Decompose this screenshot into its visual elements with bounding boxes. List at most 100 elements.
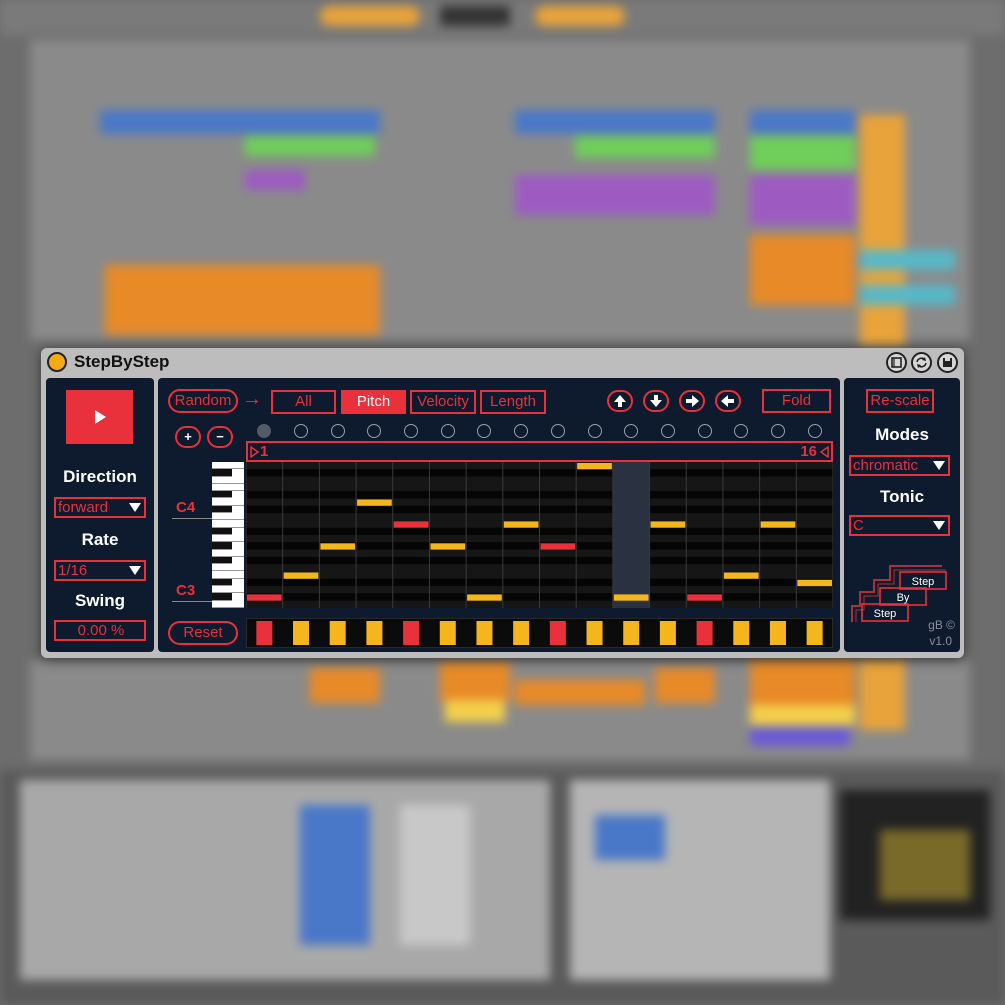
swing-label: Swing: [74, 591, 126, 610]
note-step-4[interactable]: [357, 499, 392, 506]
pitch-grid[interactable]: [246, 462, 833, 608]
play-button[interactable]: [66, 390, 133, 444]
piano-key: [212, 520, 244, 528]
velocity-bar-step-14[interactable]: [733, 621, 750, 645]
transport-panel: Direction forward Rate 1/16 Swing 0.00 %: [46, 378, 154, 652]
velocity-bar-step-15[interactable]: [769, 621, 786, 645]
velocity-bar-step-4[interactable]: [366, 621, 383, 645]
sequencer-panel: Random → All Pitch Velocity Length Fold …: [158, 378, 840, 652]
remove-step-button[interactable]: −: [207, 426, 233, 448]
piano-key: [212, 462, 244, 470]
note-step-1[interactable]: [247, 594, 282, 601]
velocity-bar-step-16[interactable]: [806, 621, 823, 645]
rate-label: Rate: [81, 530, 119, 549]
device-titlebar: StepByStep: [41, 348, 964, 376]
velocity-bar-step-3[interactable]: [329, 621, 346, 645]
arrow-right-icon: →: [242, 388, 262, 410]
shift-left-button[interactable]: [715, 390, 741, 412]
step-indicator: [404, 424, 419, 438]
loop-range-bar[interactable]: 1 16: [246, 441, 833, 462]
tab-length[interactable]: Length: [480, 390, 546, 414]
velocity-bar-step-9[interactable]: [549, 621, 566, 645]
step-indicator: [734, 424, 749, 438]
swing-field[interactable]: 0.00 %: [54, 620, 146, 641]
tab-pitch[interactable]: Pitch: [341, 390, 406, 414]
step-indicator: [440, 424, 455, 438]
reset-button[interactable]: Reset: [168, 621, 238, 645]
minus-icon: −: [216, 429, 224, 444]
velocity-bar-step-12[interactable]: [659, 621, 676, 645]
note-step-11[interactable]: [613, 594, 649, 601]
step-indicator: [514, 424, 529, 438]
refresh-icon[interactable]: [911, 352, 932, 373]
shift-up-button[interactable]: [607, 390, 633, 412]
chevron-down-icon: [129, 566, 141, 575]
note-step-12[interactable]: [650, 521, 686, 528]
step-indicator: [807, 424, 822, 438]
note-step-2[interactable]: [283, 572, 319, 579]
velocity-bar-step-13[interactable]: [696, 621, 713, 645]
note-step-14[interactable]: [723, 572, 759, 579]
device-icon[interactable]: [886, 352, 907, 373]
fold-button[interactable]: Fold: [762, 389, 831, 413]
velocity-bar-step-5[interactable]: [403, 621, 420, 645]
step-indicator: [550, 424, 565, 438]
note-step-10[interactable]: [577, 463, 612, 470]
tab-velocity[interactable]: Velocity: [410, 390, 476, 414]
note-step-9[interactable]: [540, 543, 576, 550]
piano-key: [212, 549, 244, 557]
loop-end-handle[interactable]: [819, 446, 829, 458]
velocity-lane[interactable]: [246, 618, 833, 648]
piano-key: [212, 483, 244, 492]
add-step-button[interactable]: +: [175, 426, 201, 448]
piano-key: [212, 556, 232, 565]
arrow-right-icon: [686, 395, 699, 407]
velocity-bar-step-11[interactable]: [623, 621, 640, 645]
swing-value: 0.00 %: [77, 622, 125, 639]
step-indicator: [367, 424, 382, 438]
velocity-bar-step-10[interactable]: [586, 621, 603, 645]
svg-text:By: By: [897, 592, 910, 604]
stepbystep-logo: Step By Step: [851, 565, 947, 622]
credit-text: gB ©: [928, 618, 955, 632]
note-step-3[interactable]: [320, 543, 356, 550]
tonic-value: C: [853, 517, 864, 534]
velocity-bar-step-1[interactable]: [256, 621, 273, 645]
stepbystep-device: StepByStep Direction forward Rate 1/16 S…: [41, 348, 964, 658]
piano-key: [212, 498, 244, 506]
step-indicator: [770, 424, 785, 438]
note-step-8[interactable]: [503, 521, 539, 528]
velocity-bar-step-7[interactable]: [476, 621, 493, 645]
rescale-button[interactable]: Re-scale: [866, 389, 934, 413]
modes-label: Modes: [875, 425, 929, 444]
note-step-13[interactable]: [687, 594, 722, 601]
direction-dropdown[interactable]: forward: [54, 497, 146, 518]
note-step-15[interactable]: [760, 521, 796, 528]
velocity-bar-step-6[interactable]: [439, 621, 456, 645]
rate-dropdown[interactable]: 1/16: [54, 560, 146, 581]
chevron-down-icon: [933, 461, 945, 470]
note-step-6[interactable]: [430, 543, 466, 550]
shift-down-button[interactable]: [643, 390, 669, 412]
piano-key: [212, 476, 244, 484]
note-step-7[interactable]: [467, 594, 502, 601]
velocity-bar-step-2[interactable]: [293, 621, 310, 645]
velocity-bar-step-8[interactable]: [513, 621, 530, 645]
tab-all[interactable]: All: [271, 390, 336, 414]
note-step-16[interactable]: [797, 579, 832, 587]
piano-key: [212, 586, 244, 594]
tonic-dropdown[interactable]: C: [849, 515, 950, 536]
shift-right-button[interactable]: [679, 390, 705, 412]
key-label-c3: C3: [176, 582, 196, 599]
piano-key: [212, 542, 232, 550]
direction-value: forward: [58, 499, 109, 516]
device-power-toggle[interactable]: [47, 352, 67, 372]
device-title: StepByStep: [74, 352, 170, 371]
modes-dropdown[interactable]: chromatic: [849, 455, 950, 476]
note-step-5[interactable]: [393, 521, 429, 528]
save-icon[interactable]: [937, 352, 958, 373]
step-indicator: [294, 424, 309, 438]
loop-start-handle[interactable]: [250, 446, 260, 458]
piano-key: [212, 571, 244, 579]
random-button[interactable]: Random: [168, 389, 238, 413]
